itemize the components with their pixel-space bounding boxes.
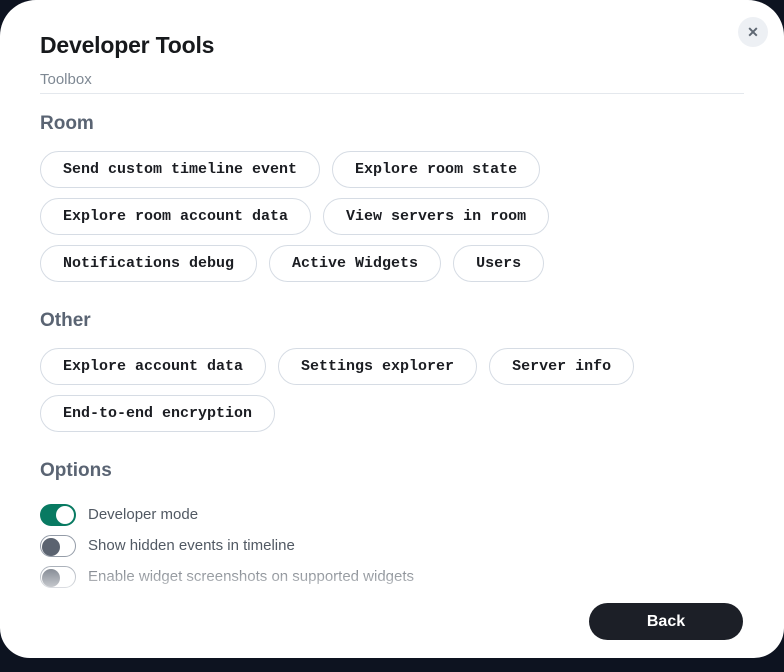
widget-screenshots-toggle[interactable] xyxy=(40,566,76,588)
users-button[interactable]: Users xyxy=(453,245,544,282)
explore-room-state-button[interactable]: Explore room state xyxy=(332,151,540,188)
end-to-end-encryption-button[interactable]: End-to-end encryption xyxy=(40,395,275,432)
dialog-title: Developer Tools xyxy=(40,32,744,58)
toggle-knob xyxy=(42,569,60,587)
show-hidden-events-row: Show hidden events in timeline xyxy=(40,535,744,557)
developer-mode-row: Developer mode xyxy=(40,504,744,526)
divider xyxy=(40,93,744,94)
other-button-group: Explore account data Settings explorer S… xyxy=(40,348,744,432)
widget-screenshots-row: Enable widget screenshots on supported w… xyxy=(40,566,744,588)
view-servers-in-room-button[interactable]: View servers in room xyxy=(323,198,549,235)
developer-mode-label: Developer mode xyxy=(88,504,198,526)
dialog-subtitle: Toolbox xyxy=(40,70,744,90)
close-button[interactable]: ✕ xyxy=(738,17,768,47)
dialog-footer: Back xyxy=(589,603,743,640)
developer-mode-toggle[interactable] xyxy=(40,504,76,526)
dialog-scroll-area[interactable]: Developer Tools Toolbox Room Send custom… xyxy=(0,0,784,591)
widget-screenshots-label: Enable widget screenshots on supported w… xyxy=(88,566,414,588)
active-widgets-button[interactable]: Active Widgets xyxy=(269,245,441,282)
section-heading-room: Room xyxy=(40,112,744,136)
explore-account-data-button[interactable]: Explore account data xyxy=(40,348,266,385)
explore-room-account-data-button[interactable]: Explore room account data xyxy=(40,198,311,235)
toggle-knob xyxy=(56,506,74,524)
send-custom-timeline-event-button[interactable]: Send custom timeline event xyxy=(40,151,320,188)
server-info-button[interactable]: Server info xyxy=(489,348,634,385)
close-icon: ✕ xyxy=(747,25,759,39)
settings-explorer-button[interactable]: Settings explorer xyxy=(278,348,477,385)
section-heading-other: Other xyxy=(40,309,744,333)
room-button-group: Send custom timeline event Explore room … xyxy=(40,151,744,282)
developer-tools-dialog: Developer Tools Toolbox Room Send custom… xyxy=(0,0,784,658)
show-hidden-events-label: Show hidden events in timeline xyxy=(88,535,295,557)
back-button[interactable]: Back xyxy=(589,603,743,640)
toggle-knob xyxy=(42,538,60,556)
options-toggle-list: Developer mode Show hidden events in tim… xyxy=(40,504,744,588)
notifications-debug-button[interactable]: Notifications debug xyxy=(40,245,257,282)
section-heading-options: Options xyxy=(40,459,744,483)
app-backdrop: { "dialog": { "title": "Developer Tools"… xyxy=(0,0,784,672)
show-hidden-events-toggle[interactable] xyxy=(40,535,76,557)
